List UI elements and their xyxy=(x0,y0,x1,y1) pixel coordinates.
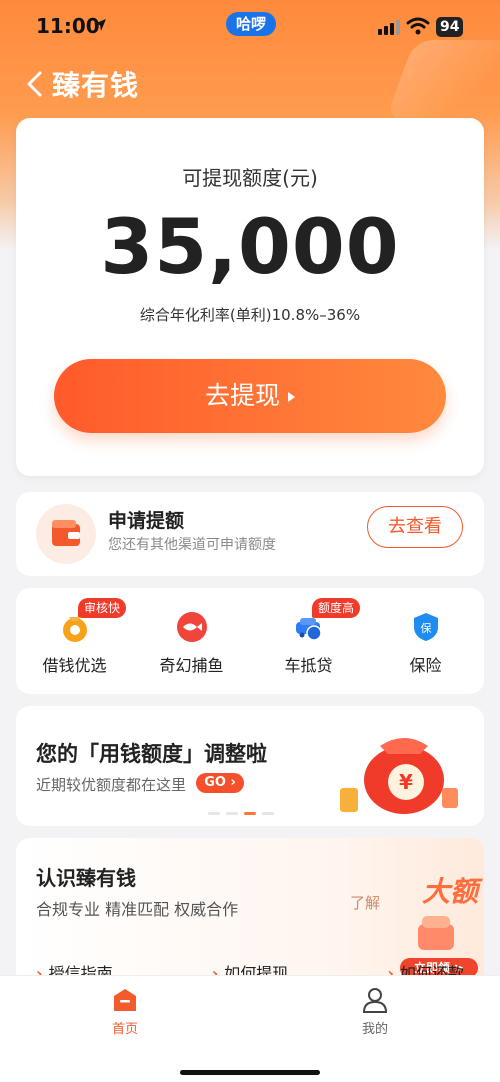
promo-prefix: 了解 xyxy=(350,894,381,912)
status-time: 11:00 xyxy=(36,14,100,38)
battery-indicator: 94 xyxy=(436,17,464,37)
intro-subtitle: 合规专业 精准匹配 权威合作 xyxy=(36,900,239,919)
shortcut-label: 保险 xyxy=(409,656,442,675)
carousel-dots xyxy=(208,812,274,815)
tab-profile[interactable]: 我的 xyxy=(335,986,415,1037)
status-bar: 11:00 哈啰 94 xyxy=(0,0,500,54)
location-arrow-icon xyxy=(94,19,106,31)
go-label: GO xyxy=(204,775,226,790)
intro-title: 认识臻有钱 xyxy=(36,866,136,890)
go-button[interactable]: GO › xyxy=(196,773,244,793)
banner-subtitle: 近期较优额度都在这里 xyxy=(36,776,187,794)
svg-text:保: 保 xyxy=(420,621,431,635)
back-chevron-icon[interactable] xyxy=(24,70,46,98)
quota-card: 可提现额度(元) 35,000 综合年化利率(单利)10.8%–36% 去提现 xyxy=(16,118,484,476)
interest-rate-text: 综合年化利率(单利)10.8%–36% xyxy=(139,306,361,324)
quota-label: 可提现额度(元) xyxy=(182,166,318,190)
tab-label: 首页 xyxy=(111,1022,138,1037)
apply-title: 申请提额 xyxy=(108,510,185,532)
promo-widget[interactable]: 了解 大额 立即领 > xyxy=(350,866,480,978)
wallet-icon-container xyxy=(36,504,96,564)
promo-title: 大额 xyxy=(421,875,478,908)
apply-increase-card[interactable]: 申请提额 您还有其他渠道可申请额度 去查看 xyxy=(16,492,484,576)
home-icon xyxy=(114,989,136,1011)
user-icon xyxy=(362,988,388,1013)
play-arrow-icon xyxy=(288,392,295,402)
shortcut-label: 借钱优选 xyxy=(42,656,107,675)
promo-banner[interactable]: 您的「用钱额度」调整啦 近期较优额度都在这里 GO › ¥ xyxy=(16,706,484,826)
fish-icon xyxy=(176,612,207,642)
shield-icon: 保 xyxy=(413,613,438,641)
page-title: 臻有钱 xyxy=(52,69,140,102)
shortcut-fishing[interactable]: 奇幻捕鱼 xyxy=(133,588,250,694)
withdraw-button[interactable]: 去提现 xyxy=(54,359,446,433)
intro-card[interactable]: 认识臻有钱 合规专业 精准匹配 权威合作 了解 大额 立即领 > 授信指南 如何… xyxy=(16,838,484,998)
shortcut-label: 车抵贷 xyxy=(284,656,333,675)
shortcut-car-loan[interactable]: 额度高 车抵贷 xyxy=(250,588,367,694)
app-indicator-pill[interactable]: 哈啰 xyxy=(226,12,277,36)
apply-subtitle: 您还有其他渠道可申请额度 xyxy=(108,537,276,553)
signal-icon xyxy=(378,20,400,35)
wifi-icon xyxy=(406,17,430,35)
svg-text:¥: ¥ xyxy=(399,770,413,794)
withdraw-button-label: 去提现 xyxy=(204,381,280,410)
home-indicator xyxy=(180,1070,320,1075)
quota-amount: 35,000 xyxy=(100,202,400,291)
car-icon xyxy=(295,618,322,641)
shortcut-loan[interactable]: 审核快 借钱优选 xyxy=(16,588,133,694)
money-bag-illustration: ¥ xyxy=(340,738,458,814)
view-button[interactable]: 去查看 xyxy=(367,506,463,548)
wallet-icon xyxy=(52,520,80,546)
tab-bar: 首页 我的 xyxy=(0,975,500,1082)
shortcut-label: 奇幻捕鱼 xyxy=(159,656,224,675)
banner-title: 您的「用钱额度」调整啦 xyxy=(36,742,267,766)
tab-label: 我的 xyxy=(361,1022,388,1037)
gift-icon xyxy=(418,916,454,950)
shortcut-grid: 审核快 借钱优选 奇幻捕鱼 额度高 车抵贷 保 保险 xyxy=(16,588,484,694)
money-bag-icon xyxy=(62,617,87,642)
shortcut-insurance[interactable]: 保 保险 xyxy=(367,588,484,694)
tab-home[interactable]: 首页 xyxy=(85,986,165,1037)
